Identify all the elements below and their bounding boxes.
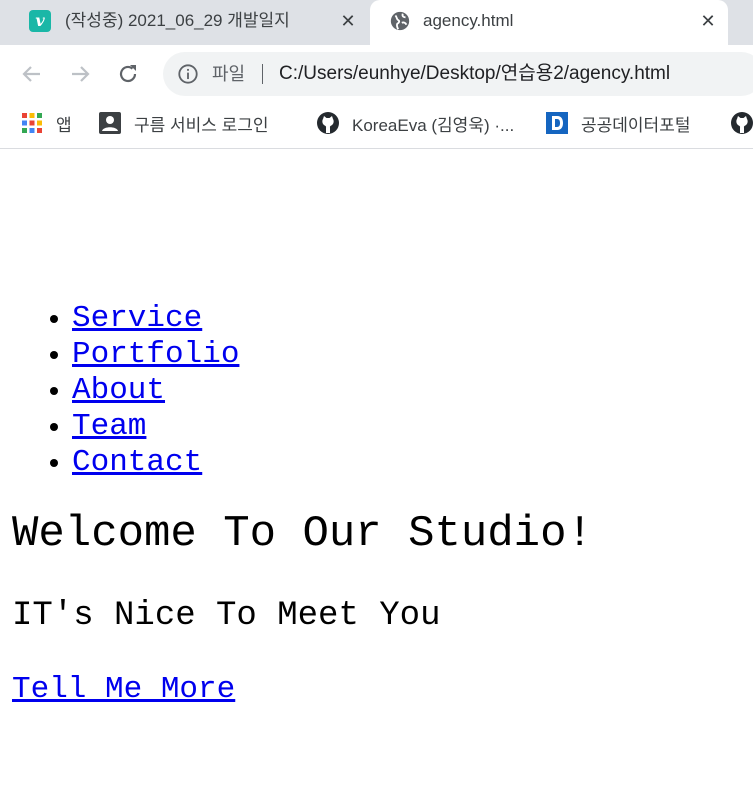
address-bar[interactable]: 파일 C:/Users/eunhye/Desktop/연습용2/agency.h… bbox=[163, 52, 753, 96]
tab-title: agency.html bbox=[423, 11, 514, 30]
new-tab-area bbox=[730, 6, 753, 45]
url-text[interactable]: C:/Users/eunhye/Desktop/연습용2/agency.html bbox=[279, 62, 670, 86]
nav-link-contact[interactable]: Contact bbox=[72, 445, 202, 480]
github-icon bbox=[317, 112, 339, 134]
tab-strip: v (작성중) 2021_06_29 개발일지 ✕ agency.html ✕ bbox=[0, 0, 753, 45]
bookmark-github[interactable]: KoreaEva (김영욱) ·... bbox=[316, 108, 514, 138]
bookmark-data-portal[interactable]: 공공데이터포털 bbox=[545, 108, 690, 138]
bookmark-label: 앱 bbox=[56, 115, 72, 135]
data-portal-d-icon bbox=[546, 112, 568, 134]
tab-velog[interactable]: v (작성중) 2021_06_29 개발일지 ✕ bbox=[16, 0, 368, 45]
info-icon[interactable] bbox=[177, 63, 199, 85]
hero-subtitle: IT's Nice To Meet You bbox=[12, 597, 441, 635]
page-viewport: Service Portfolio About Team Contact Wel… bbox=[0, 150, 753, 810]
nav-link-about[interactable]: About bbox=[72, 373, 165, 408]
nav-item-service: Service bbox=[72, 300, 239, 336]
forward-button[interactable] bbox=[65, 59, 95, 89]
site-nav: Service Portfolio About Team Contact bbox=[72, 300, 239, 480]
nav-item-team: Team bbox=[72, 408, 239, 444]
close-icon[interactable]: ✕ bbox=[338, 11, 358, 31]
bookmark-label: 공공데이터포털 bbox=[581, 115, 691, 135]
hero-title: Welcome To Our Studio! bbox=[12, 509, 593, 559]
forward-arrow-icon bbox=[72, 66, 90, 82]
browser-toolbar: 파일 C:/Users/eunhye/Desktop/연습용2/agency.h… bbox=[0, 45, 753, 102]
close-icon[interactable]: ✕ bbox=[698, 11, 718, 31]
tab-agency[interactable]: agency.html ✕ bbox=[370, 0, 728, 45]
github-icon bbox=[731, 112, 753, 134]
tell-me-more-link[interactable]: Tell Me More bbox=[12, 670, 235, 710]
bookmark-goorm[interactable]: 구름 서비스 로그인 bbox=[98, 108, 269, 138]
back-arrow-icon bbox=[22, 66, 40, 82]
chip-divider bbox=[262, 64, 263, 84]
bookmark-label: 구름 서비스 로그인 bbox=[134, 115, 269, 135]
reload-button[interactable] bbox=[113, 59, 143, 89]
nav-item-portfolio: Portfolio bbox=[72, 336, 239, 372]
nav-item-about: About bbox=[72, 372, 239, 408]
nav-link-service[interactable]: Service bbox=[72, 301, 202, 336]
bookmark-apps[interactable]: 앱 bbox=[20, 108, 72, 138]
bookmarks-bar: 앱 구름 서비스 로그인 KoreaEva (김영욱) ·... 공공데이터포털 bbox=[0, 102, 753, 149]
apps-grid-icon bbox=[22, 113, 42, 133]
reload-icon bbox=[119, 65, 137, 83]
file-chip-label: 파일 bbox=[212, 64, 246, 84]
nav-item-contact: Contact bbox=[72, 444, 239, 480]
tab-title: (작성중) 2021_06_29 개발일지 bbox=[65, 11, 290, 30]
nav-link-team[interactable]: Team bbox=[72, 409, 146, 444]
nav-link-portfolio[interactable]: Portfolio bbox=[72, 337, 239, 372]
globe-icon bbox=[390, 11, 410, 31]
bookmark-github-2[interactable] bbox=[730, 108, 753, 138]
bookmark-label: KoreaEva (김영욱) ·... bbox=[352, 115, 515, 135]
velog-v-icon: v bbox=[29, 10, 51, 32]
person-icon bbox=[99, 112, 121, 134]
back-button[interactable] bbox=[17, 59, 47, 89]
